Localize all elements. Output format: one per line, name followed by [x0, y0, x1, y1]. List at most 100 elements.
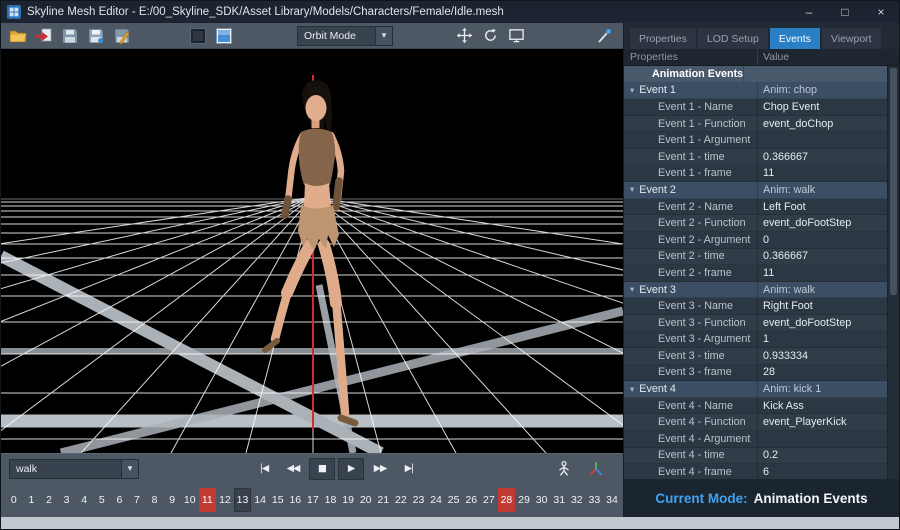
timeline-frame-27[interactable]: 27 — [480, 488, 498, 512]
timeline-frame-11[interactable]: 11 — [199, 488, 217, 512]
play-button[interactable]: ▶ — [338, 458, 364, 480]
save-button[interactable] — [59, 25, 81, 47]
scale-tool-button[interactable] — [505, 25, 527, 47]
background-color-button[interactable] — [213, 25, 235, 47]
tab-properties[interactable]: Properties — [630, 28, 696, 49]
timeline-frame-14[interactable]: 14 — [251, 488, 269, 512]
stop-button[interactable]: ■ — [309, 458, 335, 480]
timeline-frame-26[interactable]: 26 — [462, 488, 480, 512]
timeline-frame-7[interactable]: 7 — [128, 488, 146, 512]
timeline-frame-28[interactable]: 28 — [498, 488, 516, 512]
timeline-frame-0[interactable]: 0 — [5, 488, 23, 512]
property-row[interactable]: Event 2 - Argument0 — [624, 232, 887, 249]
pin-tool-button[interactable] — [593, 25, 615, 47]
camera-mode-select[interactable]: Orbit Mode ▾ — [297, 26, 393, 46]
collapse-chevron-icon[interactable]: ▾ — [630, 85, 634, 96]
property-row[interactable]: Event 2 - time0.366667 — [624, 249, 887, 266]
timeline-frame-24[interactable]: 24 — [427, 488, 445, 512]
character-model[interactable] — [265, 80, 355, 423]
property-row[interactable]: Event 3 - NameRight Foot — [624, 298, 887, 315]
property-row[interactable]: Event 4 - time0.2 — [624, 448, 887, 465]
shaded-view-button[interactable] — [187, 25, 209, 47]
timeline[interactable]: 0123456789101112131415161718192021222324… — [1, 483, 623, 519]
animation-select[interactable]: walk ▾ — [9, 459, 139, 479]
property-row[interactable]: Event 2 - NameLeft Foot — [624, 199, 887, 216]
timeline-frame-4[interactable]: 4 — [75, 488, 93, 512]
timeline-frame-33[interactable]: 33 — [586, 488, 604, 512]
chevron-down-icon[interactable]: ▾ — [121, 460, 138, 478]
save-as-button[interactable] — [85, 25, 107, 47]
timeline-frame-15[interactable]: 15 — [269, 488, 287, 512]
timeline-frame-5[interactable]: 5 — [93, 488, 111, 512]
property-row[interactable]: Event 4 - Argument — [624, 431, 887, 448]
timeline-frame-29[interactable]: 29 — [515, 488, 533, 512]
rewind-button[interactable]: ◀◀ — [280, 458, 306, 480]
timeline-frame-34[interactable]: 34 — [603, 488, 621, 512]
event-row[interactable]: ▾Event 3Anim: walk — [624, 282, 887, 299]
fast-forward-button[interactable]: ▶▶ — [367, 458, 393, 480]
open-file-button[interactable] — [7, 25, 29, 47]
timeline-frame-3[interactable]: 3 — [58, 488, 76, 512]
timeline-frame-30[interactable]: 30 — [533, 488, 551, 512]
property-row[interactable]: Event 3 - time0.933334 — [624, 348, 887, 365]
timeline-frame-13[interactable]: 13 — [234, 488, 252, 512]
event-row[interactable]: ▾Event 1Anim: chop — [624, 83, 887, 100]
timeline-frame-25[interactable]: 25 — [445, 488, 463, 512]
timeline-frame-16[interactable]: 16 — [287, 488, 305, 512]
property-row[interactable]: Event 1 - Functionevent_doChop — [624, 116, 887, 133]
viewport-3d[interactable] — [1, 49, 623, 453]
skeleton-toggle-button[interactable] — [553, 458, 575, 480]
scrollbar[interactable] — [887, 66, 899, 479]
tab-lod-setup[interactable]: LOD Setup — [698, 28, 768, 49]
collapse-chevron-icon[interactable]: ▾ — [630, 284, 634, 295]
timeline-frame-8[interactable]: 8 — [146, 488, 164, 512]
timeline-frame-12[interactable]: 12 — [216, 488, 234, 512]
skip-start-button[interactable]: |◀ — [251, 458, 277, 480]
property-row[interactable]: Event 1 - NameChop Event — [624, 99, 887, 116]
scrollbar-thumb[interactable] — [890, 68, 897, 295]
close-button[interactable]: × — [863, 1, 899, 23]
property-row[interactable]: Event 2 - frame11 — [624, 265, 887, 282]
tab-viewport[interactable]: Viewport — [822, 28, 881, 49]
rotate-tool-button[interactable] — [479, 25, 501, 47]
timeline-frame-20[interactable]: 20 — [357, 488, 375, 512]
property-row[interactable]: Event 3 - Functionevent_doFootStep — [624, 315, 887, 332]
timeline-frame-19[interactable]: 19 — [339, 488, 357, 512]
event-row[interactable]: ▾Event 4Anim: kick 1 — [624, 381, 887, 398]
property-row[interactable]: Event 4 - Functionevent_PlayerKick — [624, 414, 887, 431]
timeline-frame-22[interactable]: 22 — [392, 488, 410, 512]
timeline-frame-1[interactable]: 1 — [23, 488, 41, 512]
collapse-chevron-icon[interactable]: ▾ — [630, 384, 634, 395]
timeline-frame-32[interactable]: 32 — [568, 488, 586, 512]
export-button[interactable] — [111, 25, 133, 47]
property-row[interactable]: Event 1 - frame11 — [624, 166, 887, 183]
property-grid-body[interactable]: Animation Events▾Event 1Anim: chopEvent … — [624, 66, 899, 479]
property-row[interactable]: Event 2 - Functionevent_doFootStep — [624, 215, 887, 232]
timeline-frame-31[interactable]: 31 — [550, 488, 568, 512]
timeline-frame-9[interactable]: 9 — [163, 488, 181, 512]
skip-end-button[interactable]: ▶| — [396, 458, 422, 480]
property-row[interactable]: Event 3 - frame28 — [624, 365, 887, 382]
import-mesh-button[interactable] — [33, 25, 55, 47]
timeline-frame-2[interactable]: 2 — [40, 488, 58, 512]
timeline-frame-10[interactable]: 10 — [181, 488, 199, 512]
move-tool-button[interactable] — [453, 25, 475, 47]
chevron-down-icon[interactable]: ▾ — [375, 27, 392, 45]
timeline-frame-23[interactable]: 23 — [410, 488, 428, 512]
property-row[interactable]: Event 4 - NameKick Ass — [624, 398, 887, 415]
property-row[interactable]: Event 3 - Argument1 — [624, 332, 887, 349]
timeline-frame-6[interactable]: 6 — [111, 488, 129, 512]
collapse-chevron-icon[interactable]: ▾ — [630, 184, 634, 195]
timeline-frame-17[interactable]: 17 — [304, 488, 322, 512]
category-row-animation-events[interactable]: Animation Events — [624, 66, 887, 83]
tab-events[interactable]: Events — [770, 28, 820, 49]
event-row[interactable]: ▾Event 2Anim: walk — [624, 182, 887, 199]
property-row[interactable]: Event 1 - Argument — [624, 132, 887, 149]
property-row[interactable]: Event 1 - time0.366667 — [624, 149, 887, 166]
maximize-button[interactable]: □ — [827, 1, 863, 23]
property-row[interactable]: Event 4 - frame6 — [624, 464, 887, 479]
timeline-frame-21[interactable]: 21 — [374, 488, 392, 512]
timeline-frame-18[interactable]: 18 — [322, 488, 340, 512]
axis-gizmo-button[interactable] — [585, 458, 607, 480]
minimize-button[interactable]: – — [791, 1, 827, 23]
